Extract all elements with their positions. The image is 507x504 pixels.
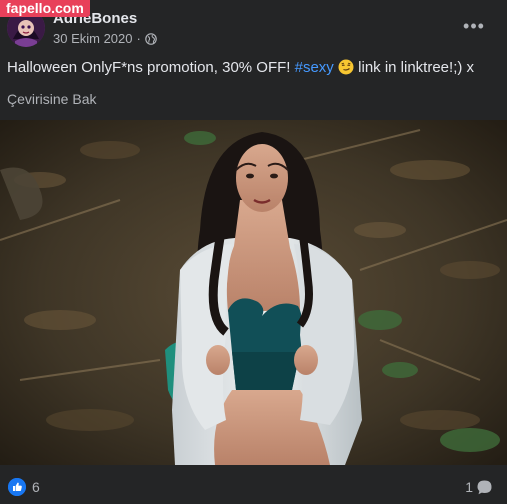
reaction-bar: 6 1	[0, 465, 507, 504]
like-count[interactable]: 6	[32, 479, 40, 495]
post-text-after: link in linktree!;) x	[353, 59, 475, 76]
post-date[interactable]: 30 Ekim 2020	[53, 31, 133, 46]
see-translation-link[interactable]: Çevirisine Bak	[7, 91, 96, 107]
like-icon[interactable]	[8, 478, 26, 496]
smirk-emoji-icon	[338, 59, 354, 75]
site-watermark: fapello.com	[0, 0, 90, 17]
post-photo[interactable]	[0, 120, 507, 465]
comment-icon[interactable]	[476, 479, 493, 496]
more-options-icon[interactable]: •••	[463, 16, 485, 36]
meta-separator: ·	[136, 31, 141, 46]
post-text: Halloween OnlyF*ns promotion, 30% OFF! #…	[7, 59, 502, 76]
post-text-before: Halloween OnlyF*ns promotion, 30% OFF!	[7, 59, 295, 76]
comment-count[interactable]: 1	[465, 479, 473, 495]
hashtag-link[interactable]: #sexy	[295, 59, 334, 76]
post-meta: 30 Ekim 2020 ·	[53, 31, 157, 46]
globe-icon[interactable]	[145, 32, 157, 45]
